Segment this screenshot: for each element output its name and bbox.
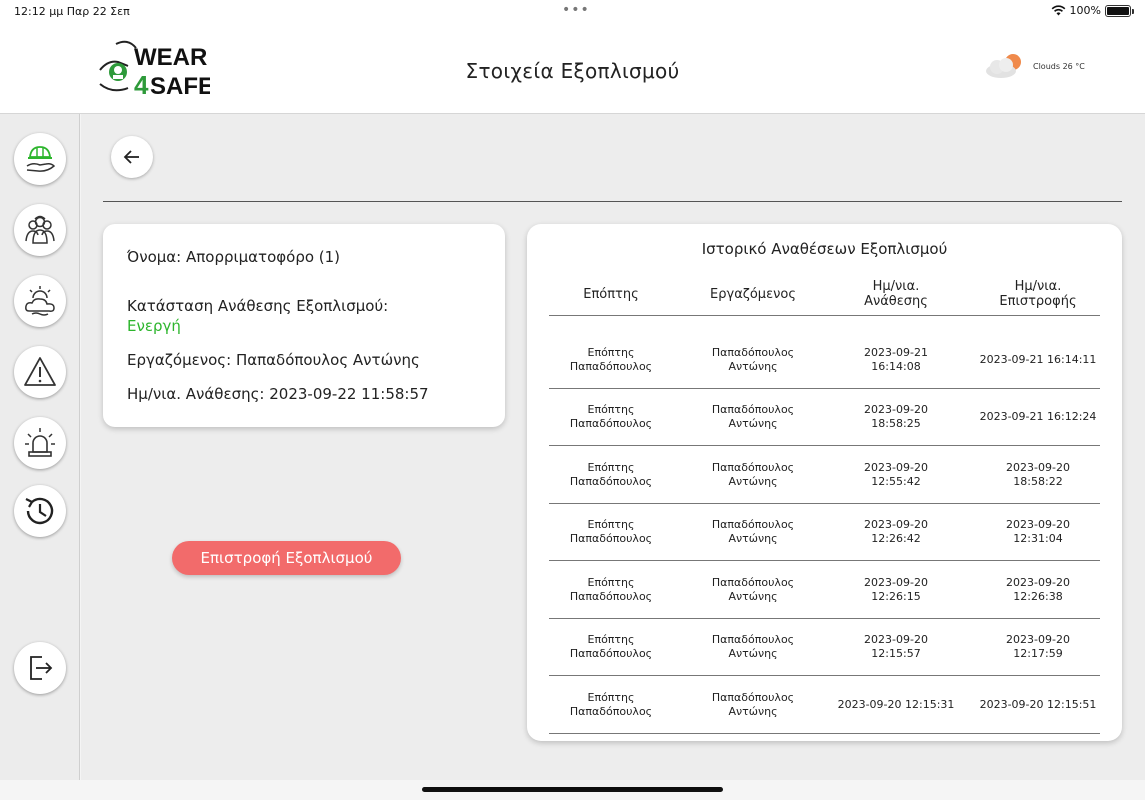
assignment-date-label: Ημ/νια. Ανάθεσης: <box>127 385 265 403</box>
cell-return-date: 2023-09-20 12:26:38 <box>1006 576 1070 603</box>
assignment-status-label: Κατάσταση Ανάθεσης Εξοπλισμού: <box>127 297 389 315</box>
column-header-supervisor: Επόπτης <box>583 286 639 302</box>
cell-supervisor: Επόπτης Παπαδόπουλος <box>569 346 653 373</box>
weather-widget: Clouds 26 °C <box>983 52 1085 80</box>
table-row[interactable]: Επόπτης Παπαδόπουλος Παπαδόπουλος Αντώνη… <box>549 389 1100 446</box>
assignment-date-row: Ημ/νια. Ανάθεσης: 2023-09-22 11:58:57 <box>127 385 429 403</box>
cell-assignment-date: 2023-09-20 12:55:42 <box>864 461 928 488</box>
multitasking-dots-icon[interactable]: ••• <box>562 2 590 18</box>
cell-return-date: 2023-09-20 12:15:51 <box>979 698 1097 711</box>
cell-supervisor: Επόπτης Παπαδόπουλος <box>569 518 653 545</box>
back-button[interactable] <box>111 136 153 178</box>
cell-assignment-date: 2023-09-20 12:26:42 <box>864 518 928 545</box>
history-title: Ιστορικό Αναθέσεων Εξοπλισμού <box>701 240 948 258</box>
cell-return-date: 2023-09-21 16:12:24 <box>979 410 1097 423</box>
home-indicator[interactable] <box>422 787 723 792</box>
table-row[interactable]: Επόπτης Παπαδόπουλος Παπαδόπουλος Αντώνη… <box>549 619 1100 676</box>
cell-employee: Παπαδόπουλος Αντώνης <box>711 691 795 718</box>
cell-return-date: 2023-09-20 12:17:59 <box>1006 633 1070 660</box>
status-bar: 12:12 μμ Παρ 22 Σεπ ••• 100% <box>0 0 1145 22</box>
cell-assignment-date: 2023-09-21 16:14:08 <box>864 346 928 373</box>
sidebar-item-equipment[interactable] <box>14 133 66 185</box>
table-header-divider <box>549 315 1100 316</box>
cell-assignment-date: 2023-09-20 12:15:57 <box>864 633 928 660</box>
cell-employee: Παπαδόπουλος Αντώνης <box>711 403 795 430</box>
warning-icon <box>24 357 56 386</box>
cell-supervisor: Επόπτης Παπαδόπουλος <box>569 403 653 430</box>
wifi-icon <box>1051 5 1065 16</box>
sidebar-item-workers[interactable] <box>14 204 66 256</box>
employee-value: Παπαδόπουλος Αντώνης <box>235 351 420 369</box>
logout-icon <box>30 656 53 680</box>
equipment-name-row: Όνομα: Απορριματοφόρο (1) <box>127 248 340 266</box>
column-header-assignment-date: Ημ/νια. Ανάθεσης <box>864 279 928 309</box>
page-title: Στοιχεία Εξοπλισμού <box>465 59 680 83</box>
equipment-info-card: Όνομα: Απορριματοφόρο (1) Κατάσταση Ανάθ… <box>103 224 505 427</box>
sidebar <box>0 114 80 780</box>
section-divider <box>103 201 1122 202</box>
assignment-history-card: Ιστορικό Αναθέσεων Εξοπλισμού Επόπτης Ερ… <box>527 224 1122 741</box>
alarm-icon <box>25 428 55 457</box>
cell-employee: Παπαδόπουλος Αντώνης <box>711 461 795 488</box>
column-header-return-date: Ημ/νια. Επιστροφής <box>999 279 1077 309</box>
cell-employee: Παπαδόπουλος Αντώνης <box>711 346 795 373</box>
cell-supervisor: Επόπτης Παπαδόπουλος <box>569 461 653 488</box>
assignment-status-value: Ενεργή <box>127 317 181 335</box>
battery-percent: 100% <box>1069 4 1101 17</box>
equipment-name-value: Απορριματοφόρο (1) <box>186 248 341 266</box>
table-row[interactable]: Επόπτης Παπαδόπουλος Παπαδόπουλος Αντώνη… <box>549 504 1100 561</box>
arrow-left-icon <box>123 150 139 164</box>
cell-supervisor: Επόπτης Παπαδόπουλος <box>569 691 653 718</box>
assignment-date-value: 2023-09-22 11:58:57 <box>269 385 429 403</box>
cell-assignment-date: 2023-09-20 18:58:25 <box>864 403 928 430</box>
return-equipment-button[interactable]: Επιστροφή Εξοπλισμού <box>172 541 401 575</box>
cell-assignment-date: 2023-09-20 12:26:15 <box>864 576 928 603</box>
workers-icon <box>25 215 55 244</box>
sidebar-item-history[interactable] <box>14 485 66 537</box>
cell-employee: Παπαδόπουλος Αντώνης <box>711 518 795 545</box>
main-content: Όνομα: Απορριματοφόρο (1) Κατάσταση Ανάθ… <box>81 114 1145 780</box>
cell-return-date: 2023-09-20 18:58:22 <box>1006 461 1070 488</box>
sidebar-item-alarms[interactable] <box>14 417 66 469</box>
cell-employee: Παπαδόπουλος Αντώνης <box>711 633 795 660</box>
app-header: WEAR 4 SAFE Στοιχεία Εξοπλισμού Clouds 2… <box>0 22 1145 114</box>
employee-label: Εργαζόμενος: <box>127 351 232 369</box>
cell-employee: Παπαδόπουλος Αντώνης <box>711 576 795 603</box>
status-right: 100% <box>1051 4 1134 17</box>
table-row[interactable]: Επόπτης Παπαδόπουλος Παπαδόπουλος Αντώνη… <box>549 447 1100 504</box>
cell-return-date: 2023-09-21 16:14:11 <box>979 353 1097 366</box>
cell-supervisor: Επόπτης Παπαδόπουλος <box>569 633 653 660</box>
table-row[interactable]: Επόπτης Παπαδόπουλος Παπαδόπουλος Αντώνη… <box>549 562 1100 619</box>
weather-label: Clouds 26 °C <box>1033 61 1085 71</box>
weather-icon <box>25 286 55 316</box>
table-row[interactable]: Επόπτης Παπαδόπουλος Παπαδόπουλος Αντώνη… <box>549 332 1100 389</box>
cell-assignment-date: 2023-09-20 12:15:31 <box>837 698 955 711</box>
status-time: 12:12 μμ Παρ 22 Σεπ <box>14 5 130 18</box>
sidebar-item-weather[interactable] <box>14 275 66 327</box>
sidebar-item-warnings[interactable] <box>14 346 66 398</box>
logout-button[interactable] <box>14 642 66 694</box>
cell-supervisor: Επόπτης Παπαδόπουλος <box>569 576 653 603</box>
column-header-employee: Εργαζόμενος <box>710 286 796 302</box>
history-icon <box>25 497 54 525</box>
cloud-sun-icon <box>986 54 1021 78</box>
cell-return-date: 2023-09-20 12:31:04 <box>1006 518 1070 545</box>
equipment-name-label: Όνομα: <box>127 248 182 266</box>
equipment-icon <box>26 146 56 172</box>
battery-icon <box>1105 4 1134 17</box>
table-row[interactable]: Επόπτης Παπαδόπουλος Παπαδόπουλος Αντώνη… <box>549 677 1100 734</box>
employee-row: Εργαζόμενος: Παπαδόπουλος Αντώνης <box>127 351 420 369</box>
